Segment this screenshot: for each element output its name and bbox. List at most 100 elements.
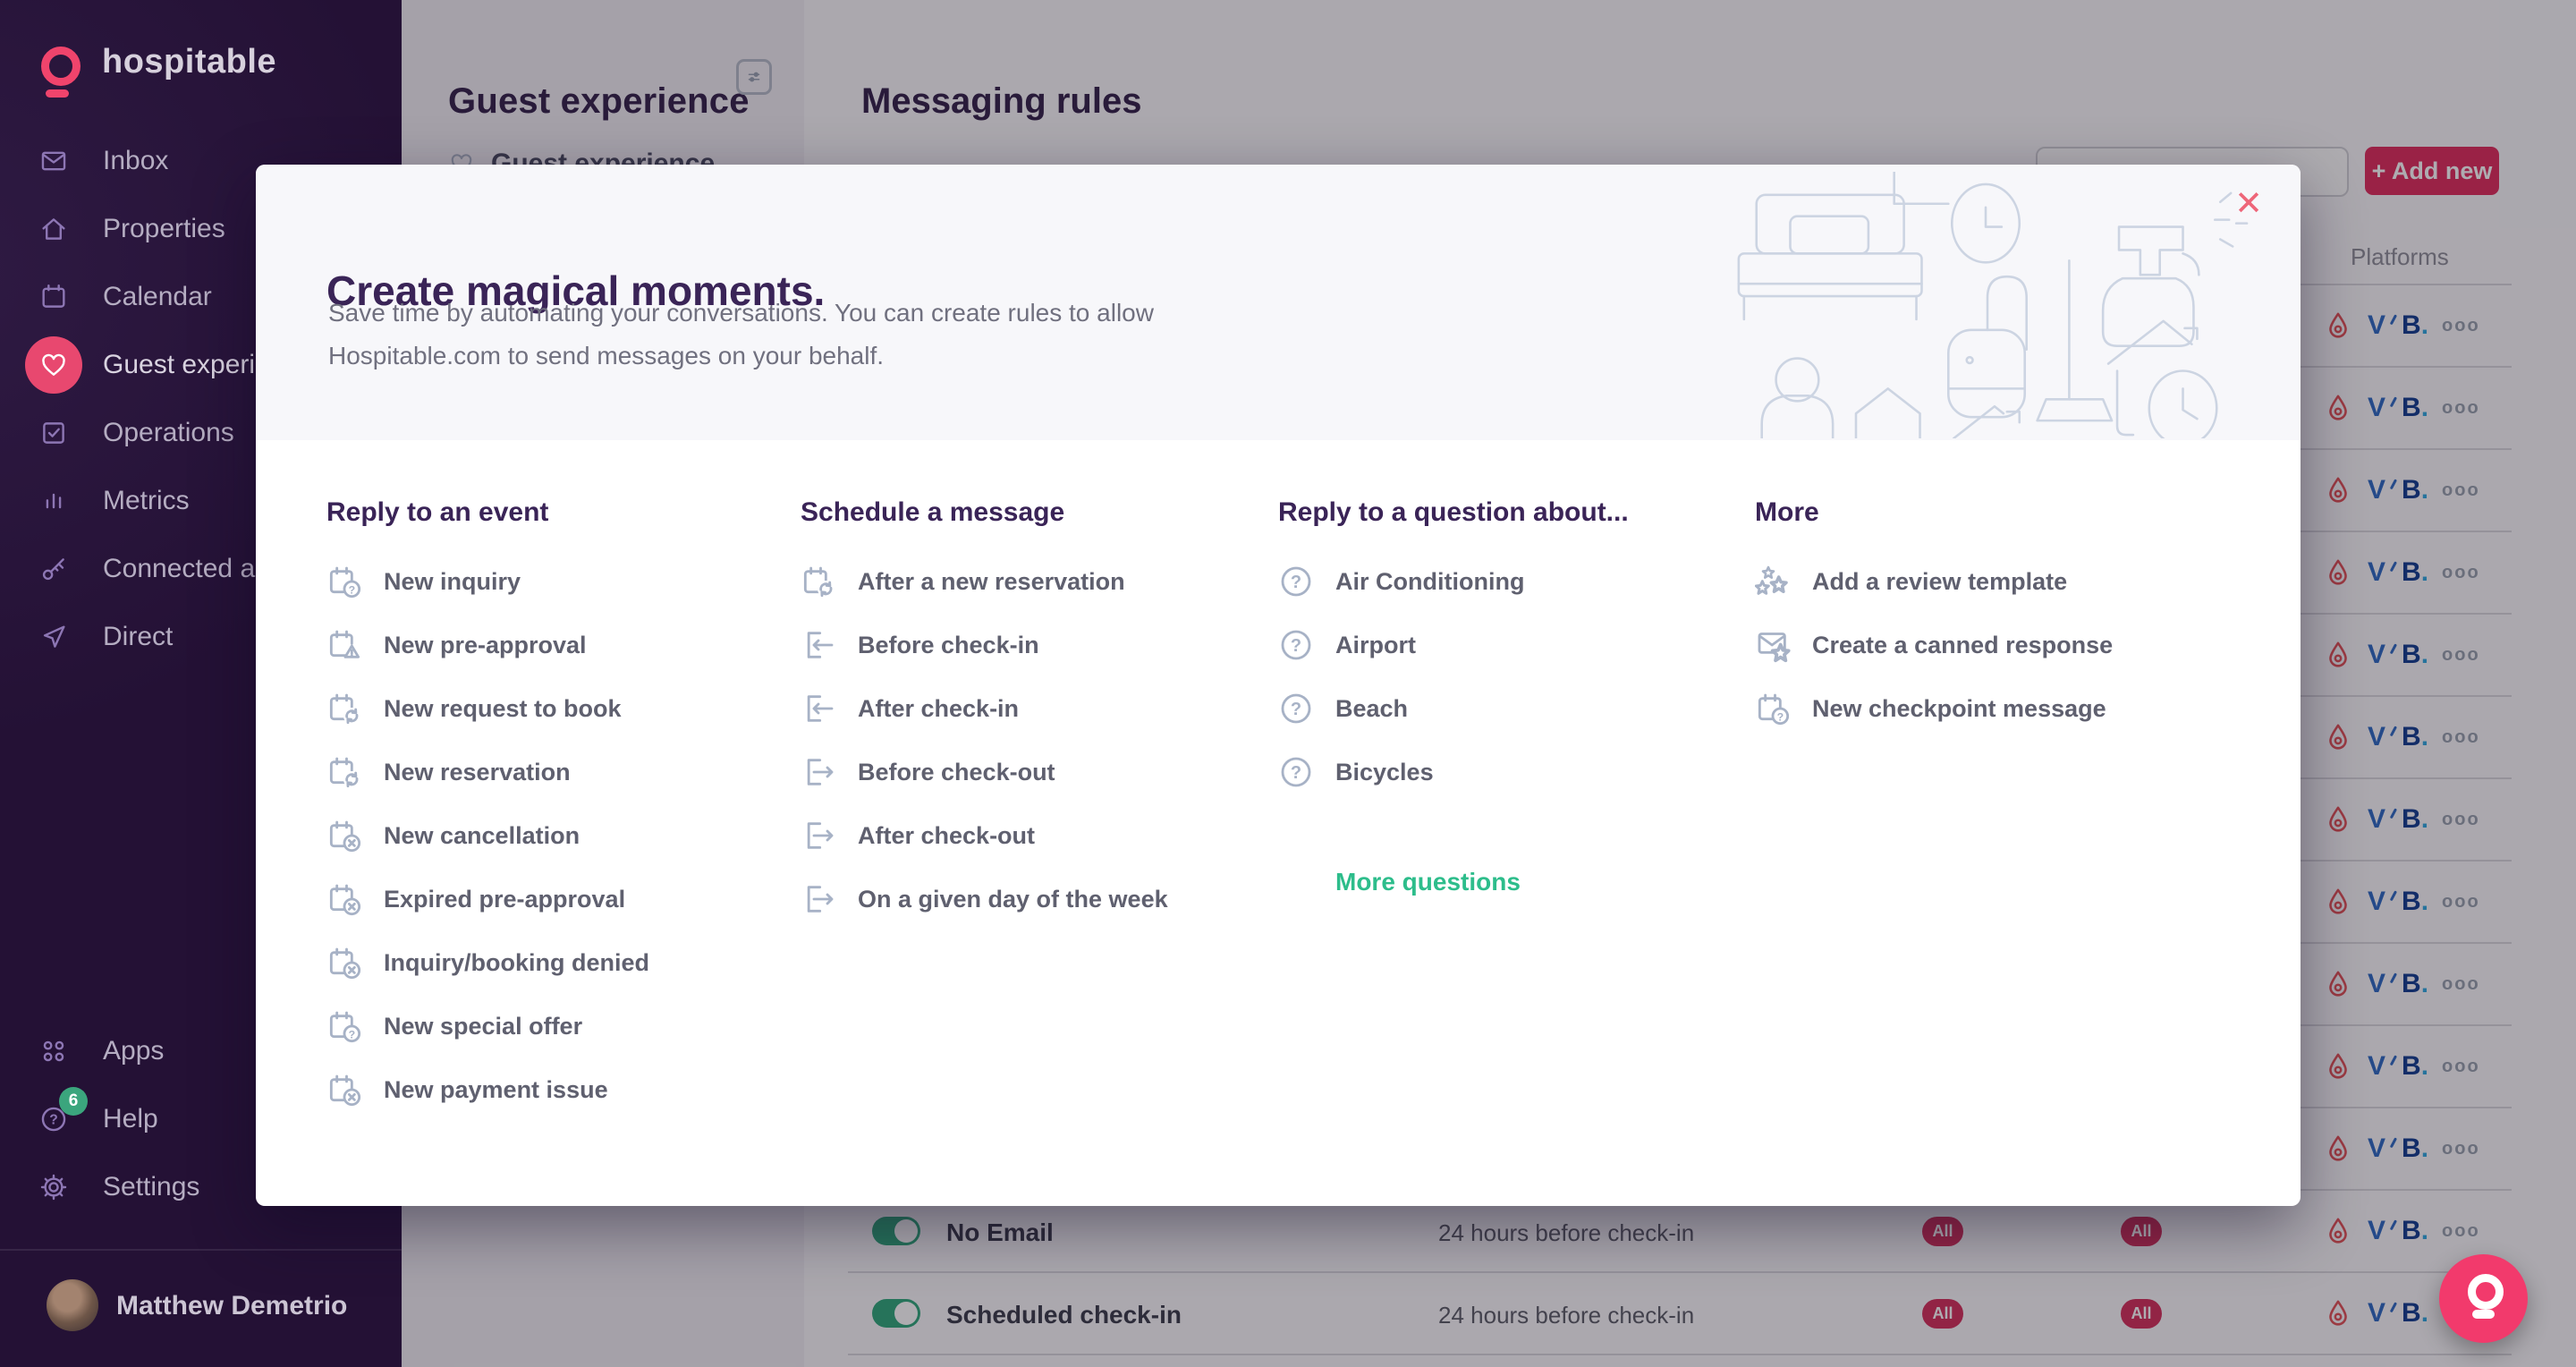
rule-option-beach[interactable]: Beach	[1278, 689, 1748, 728]
rule-option-inquiry-booking-denied[interactable]: Inquiry/booking denied	[326, 943, 796, 982]
door-in-icon	[801, 691, 836, 726]
rule-option-before-check-out[interactable]: Before check-out	[801, 752, 1270, 792]
rule-option-label: New pre-approval	[384, 632, 587, 659]
sidebar-item-label: Settings	[103, 1172, 199, 1202]
rule-option-after-check-out[interactable]: After check-out	[801, 816, 1270, 855]
modal-column-2: Schedule a message After a new reservatio…	[801, 497, 1270, 943]
cal-refresh-icon	[326, 754, 362, 790]
door-out-icon	[801, 881, 836, 917]
rule-option-on-a-given-day-of-the-week[interactable]: On a given day of the week	[801, 879, 1270, 919]
sidebar-item-label: Calendar	[103, 282, 212, 312]
heart-icon	[38, 350, 69, 380]
home-icon	[38, 214, 69, 244]
rule-option-new-request-to-book[interactable]: New request to book	[326, 689, 796, 728]
rule-option-label: After check-out	[858, 822, 1035, 850]
rule-option-label: Before check-out	[858, 759, 1055, 786]
rule-option-label: New special offer	[384, 1013, 582, 1040]
cal-x-icon	[326, 881, 362, 917]
modal-column-header: More	[1755, 497, 2224, 528]
question-circle-icon	[1278, 564, 1314, 599]
rule-option-label: Add a review template	[1812, 568, 2067, 596]
cal-x-icon	[326, 945, 362, 981]
sidebar-item-label: Help	[103, 1104, 158, 1134]
brand-logo[interactable]: hospitable	[0, 45, 402, 109]
rule-option-label: Before check-in	[858, 632, 1039, 659]
user-menu[interactable]: Matthew Demetrio	[0, 1279, 402, 1338]
rule-option-bicycles[interactable]: Bicycles	[1278, 752, 1748, 792]
check-square-icon	[38, 418, 69, 448]
key-icon	[38, 554, 69, 584]
calendar-icon	[38, 282, 69, 312]
sidebar-item-label: Direct	[103, 622, 173, 652]
hospitable-chat-logo-icon	[2468, 1274, 2504, 1310]
rule-option-label: New inquiry	[384, 568, 521, 596]
rule-option-label: Air Conditioning	[1335, 568, 1524, 596]
rule-option-new-payment-issue[interactable]: New payment issue	[326, 1070, 796, 1109]
door-out-icon	[801, 754, 836, 790]
direct-icon-wrap	[25, 608, 82, 666]
sidebar-item-label: Metrics	[103, 486, 190, 516]
cal-x-icon	[326, 818, 362, 853]
modal-subtitle: Save time by automating your conversatio…	[328, 292, 1154, 378]
rule-option-label: New reservation	[384, 759, 571, 786]
modal-column-header: Schedule a message	[801, 497, 1270, 528]
cal-refresh-icon	[801, 564, 836, 599]
rule-option-before-check-in[interactable]: Before check-in	[801, 625, 1270, 665]
rule-option-after-a-new-reservation[interactable]: After a new reservation	[801, 562, 1270, 601]
cal-warning-icon	[326, 627, 362, 663]
rule-option-after-check-in[interactable]: After check-in	[801, 689, 1270, 728]
rule-option-new-inquiry[interactable]: New inquiry	[326, 562, 796, 601]
more-questions-link[interactable]: More questions	[1335, 868, 1521, 896]
hospitable-logo-dash-icon	[46, 89, 69, 98]
metrics-icon-wrap	[25, 472, 82, 530]
create-rule-modal: Create magical moments. Save time by aut…	[256, 165, 2301, 1206]
cal-question-icon	[326, 1008, 362, 1044]
rule-option-label: On a given day of the week	[858, 886, 1168, 913]
rule-option-air-conditioning[interactable]: Air Conditioning	[1278, 562, 1748, 601]
question-circle-icon	[1278, 691, 1314, 726]
sidebar-item-label: Operations	[103, 418, 234, 448]
rule-option-new-checkpoint-message[interactable]: New checkpoint message	[1755, 689, 2224, 728]
modal-column-3: Reply to a question about...Air Conditio…	[1278, 497, 1748, 896]
modal-subtitle-line: Hospitable.com to send messages on your …	[328, 335, 1154, 378]
mail-star-icon	[1755, 627, 1791, 663]
chat-launcher-button[interactable]	[2439, 1254, 2528, 1343]
housekeeping-illustration	[1719, 172, 2256, 438]
rule-option-label: Inquiry/booking denied	[384, 949, 649, 977]
rule-option-new-cancellation[interactable]: New cancellation	[326, 816, 796, 855]
rule-option-new-special-offer[interactable]: New special offer	[326, 1006, 796, 1046]
check-square-icon-wrap	[25, 404, 82, 462]
rule-option-airport[interactable]: Airport	[1278, 625, 1748, 665]
rule-option-add-a-review-template[interactable]: Add a review template	[1755, 562, 2224, 601]
app-root: hospitable InboxPropertiesCalendarGuest …	[0, 0, 2576, 1367]
door-in-icon	[801, 627, 836, 663]
question-circle-icon	[1278, 627, 1314, 663]
avatar	[47, 1279, 98, 1331]
hospitable-chat-logo-dash-icon	[2472, 1310, 2495, 1319]
apps-icon	[38, 1036, 69, 1066]
rule-option-expired-pre-approval[interactable]: Expired pre-approval	[326, 879, 796, 919]
door-out-icon	[801, 818, 836, 853]
close-icon[interactable]: ✕	[2229, 186, 2268, 222]
brand-wordmark: hospitable	[102, 43, 276, 81]
sidebar-item-label: Properties	[103, 214, 225, 244]
rule-option-label: New cancellation	[384, 822, 580, 850]
rule-option-create-a-canned-response[interactable]: Create a canned response	[1755, 625, 2224, 665]
user-name: Matthew Demetrio	[116, 1291, 347, 1321]
rule-option-new-pre-approval[interactable]: New pre-approval	[326, 625, 796, 665]
help-count-badge: 6	[59, 1087, 88, 1116]
rule-option-label: New payment issue	[384, 1076, 608, 1104]
apps-icon-wrap	[25, 1023, 82, 1080]
cal-x-icon	[326, 1072, 362, 1108]
direct-icon	[38, 622, 69, 652]
hospitable-logo-icon	[41, 47, 80, 86]
modal-header: Create magical moments. Save time by aut…	[256, 165, 2301, 440]
cal-question-icon	[1755, 691, 1791, 726]
sidebar-item-label: Apps	[103, 1036, 164, 1066]
gear-icon	[38, 1172, 69, 1202]
modal-column-4: More Add a review template Create a canned…	[1755, 497, 2224, 752]
sidebar-divider	[0, 1249, 402, 1251]
rule-option-new-reservation[interactable]: New reservation	[326, 752, 796, 792]
rule-option-label: Expired pre-approval	[384, 886, 625, 913]
rule-option-label: Beach	[1335, 695, 1408, 723]
